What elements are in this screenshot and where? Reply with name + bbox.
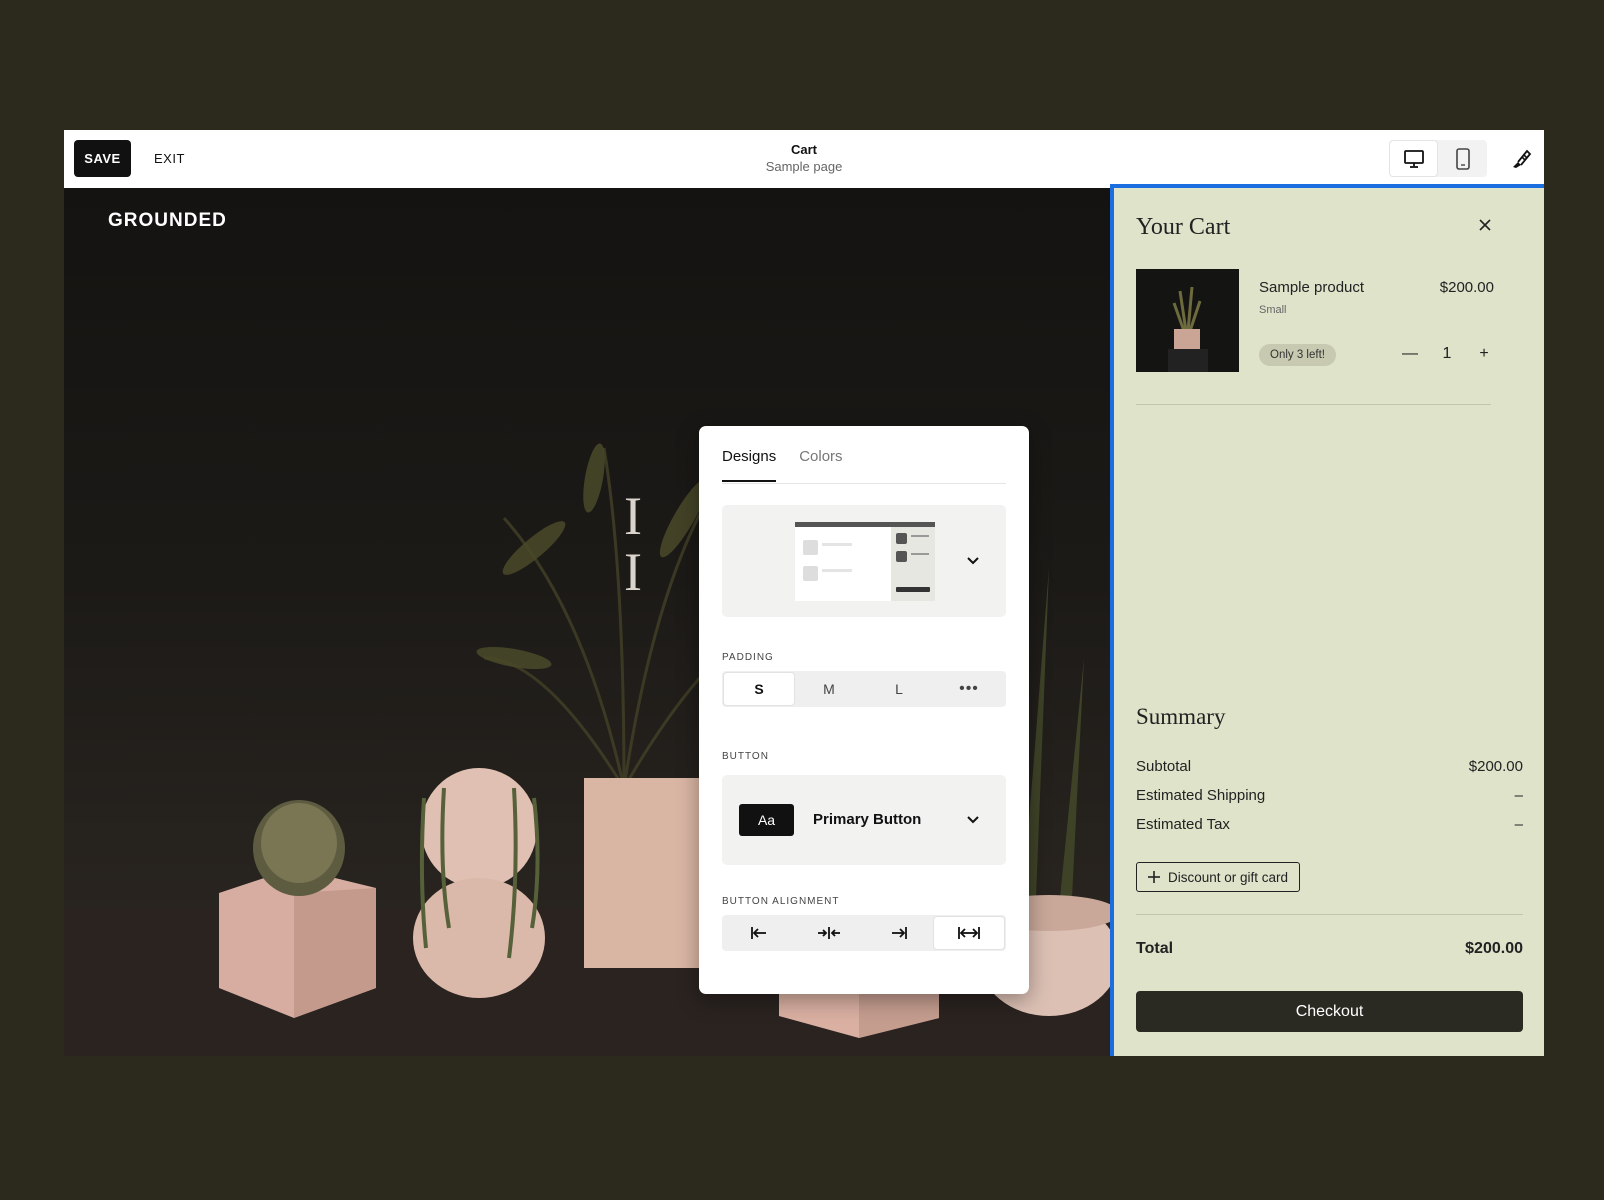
padding-selector: S M L ••• xyxy=(722,671,1006,707)
desktop-view-button[interactable] xyxy=(1389,140,1438,177)
tax-value: – xyxy=(1514,816,1523,833)
align-left-button[interactable] xyxy=(724,917,794,949)
align-center-button[interactable] xyxy=(794,917,864,949)
padding-option-more[interactable]: ••• xyxy=(934,673,1004,705)
paintbrush-icon xyxy=(1512,149,1531,168)
total-value: $200.00 xyxy=(1465,940,1523,957)
page-subtitle: Sample page xyxy=(765,159,843,174)
device-view-toggle xyxy=(1389,140,1487,177)
discount-label: Discount or gift card xyxy=(1168,869,1289,885)
tax-label: Estimated Tax xyxy=(1136,816,1230,833)
close-cart-button[interactable] xyxy=(1474,214,1496,236)
product-name[interactable]: Sample product xyxy=(1259,279,1364,296)
align-right-button[interactable] xyxy=(864,917,934,949)
tab-colors[interactable]: Colors xyxy=(799,446,842,482)
subtotal-value: $200.00 xyxy=(1468,758,1523,775)
button-style-selector[interactable]: Aa Primary Button xyxy=(722,775,1006,865)
total-row: Total $200.00 xyxy=(1136,940,1523,958)
align-right-icon xyxy=(892,927,907,939)
editor-toolbar: SAVE EXIT Cart Sample page xyxy=(64,130,1544,189)
save-button[interactable]: SAVE xyxy=(74,140,131,177)
button-style-preview: Aa xyxy=(739,804,794,836)
product-image xyxy=(1136,269,1239,372)
chevron-down-icon xyxy=(965,553,981,569)
plus-icon xyxy=(1148,871,1160,883)
align-left-icon xyxy=(751,927,766,939)
layout-selector[interactable] xyxy=(722,505,1006,617)
summary-title: Summary xyxy=(1136,704,1226,729)
page-title: Cart xyxy=(790,142,817,157)
quantity-stepper: — 1 + xyxy=(1397,341,1497,367)
button-style-name: Primary Button xyxy=(813,811,922,828)
increase-quantity-button[interactable]: + xyxy=(1471,345,1497,363)
shipping-label: Estimated Shipping xyxy=(1136,787,1266,804)
subtotal-label: Subtotal xyxy=(1136,758,1192,775)
quantity-value: 1 xyxy=(1442,345,1452,362)
stock-badge: Only 3 left! xyxy=(1259,344,1336,366)
decrease-quantity-button[interactable]: — xyxy=(1397,345,1423,363)
cart-title: Your Cart xyxy=(1136,214,1231,240)
button-label: BUTTON xyxy=(722,751,769,762)
padding-label: PADDING xyxy=(722,652,774,663)
exit-button[interactable]: EXIT xyxy=(154,140,185,177)
editor-frame: SAVE EXIT Cart Sample page GROUNDED I I … xyxy=(64,130,1544,1056)
product-thumbnail[interactable] xyxy=(1136,269,1239,372)
tab-designs[interactable]: Designs xyxy=(722,446,777,482)
discount-button[interactable]: Discount or gift card xyxy=(1136,862,1301,892)
divider xyxy=(1136,914,1523,915)
shipping-value: – xyxy=(1514,787,1523,804)
popover-tabs: Designs Colors xyxy=(722,446,1006,484)
chevron-down-icon xyxy=(965,812,981,828)
align-full-width-icon xyxy=(958,927,980,939)
page-info: Cart Sample page xyxy=(704,142,904,174)
total-label: Total xyxy=(1136,940,1174,957)
site-logo[interactable]: GROUNDED xyxy=(108,210,227,232)
layout-thumbnail xyxy=(795,522,935,601)
button-alignment-label: BUTTON ALIGNMENT xyxy=(722,896,840,907)
site-styles-button[interactable] xyxy=(1502,140,1539,177)
design-popover: Designs Colors PADDING S M L ••• BUTTON … xyxy=(699,426,1029,994)
button-alignment-selector xyxy=(722,915,1006,951)
divider xyxy=(1136,404,1491,405)
shipping-row: Estimated Shipping – xyxy=(1136,787,1523,804)
product-variant: Small xyxy=(1259,304,1287,316)
checkout-button[interactable]: Checkout xyxy=(1136,991,1523,1032)
tax-row: Estimated Tax – xyxy=(1136,816,1523,833)
close-icon xyxy=(1479,219,1491,231)
subtotal-row: Subtotal $200.00 xyxy=(1136,758,1523,775)
align-center-icon xyxy=(818,927,840,939)
mobile-icon xyxy=(1455,147,1470,170)
cart-drawer[interactable]: Your Cart Sample product Small $200.00 O… xyxy=(1110,184,1544,1056)
product-price: $200.00 xyxy=(1439,279,1494,296)
padding-option-l[interactable]: L xyxy=(864,673,934,705)
desktop-icon xyxy=(1403,149,1424,168)
align-full-width-button[interactable] xyxy=(934,917,1004,949)
padding-option-s[interactable]: S xyxy=(724,673,794,705)
mobile-view-button[interactable] xyxy=(1438,140,1487,177)
padding-option-m[interactable]: M xyxy=(794,673,864,705)
